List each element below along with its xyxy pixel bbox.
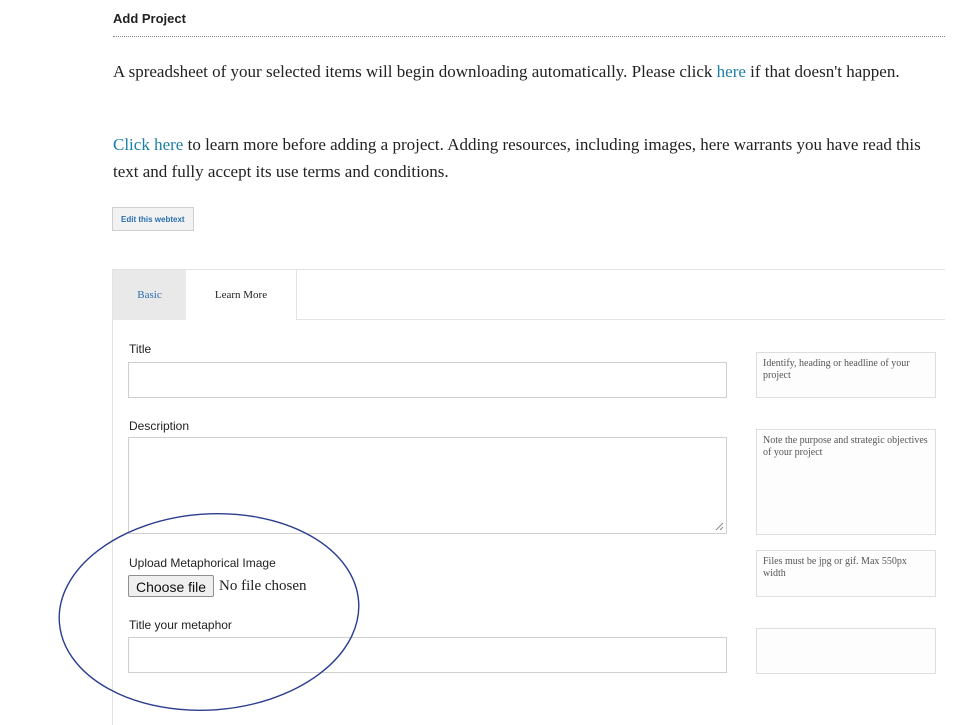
upload-help: Files must be jpg or gif. Max 550px widt… bbox=[756, 550, 936, 597]
title-help: Identify, heading or headline of your pr… bbox=[756, 352, 936, 398]
resize-grip-icon[interactable] bbox=[715, 522, 724, 531]
tab-learn-more[interactable]: Learn More bbox=[186, 270, 297, 320]
metaphor-title-input[interactable] bbox=[128, 637, 727, 673]
download-notice-text: A spreadsheet of your selected items wil… bbox=[113, 62, 717, 81]
metaphor-title-help bbox=[756, 628, 936, 674]
info-notice: Click here to learn more before adding a… bbox=[113, 131, 945, 185]
info-notice-text: to learn more before adding a project. A… bbox=[113, 135, 921, 181]
download-notice-text-end: if that doesn't happen. bbox=[745, 62, 900, 81]
learn-more-link[interactable]: Click here bbox=[113, 135, 183, 154]
file-upload-control: Choose file No file chosen bbox=[128, 575, 307, 597]
upload-label: Upload Metaphorical Image bbox=[129, 556, 276, 570]
description-label: Description bbox=[129, 419, 190, 433]
tab-basic[interactable]: Basic bbox=[113, 270, 186, 320]
choose-file-button[interactable]: Choose file bbox=[128, 575, 215, 597]
page-title: Add Project bbox=[113, 11, 945, 37]
download-notice: A spreadsheet of your selected items wil… bbox=[113, 58, 945, 85]
title-label: Title bbox=[129, 342, 152, 356]
tab-bar: Basic Learn More bbox=[112, 269, 945, 320]
title-input[interactable] bbox=[128, 362, 727, 398]
description-textarea[interactable] bbox=[128, 437, 727, 534]
edit-webtext-button[interactable]: Edit this webtext bbox=[112, 207, 194, 231]
description-help: Note the purpose and strategic objective… bbox=[756, 429, 936, 535]
metaphor-title-label: Title your metaphor bbox=[129, 618, 232, 632]
file-status-text: No file chosen bbox=[219, 577, 307, 594]
download-here-link[interactable]: here bbox=[717, 62, 746, 81]
